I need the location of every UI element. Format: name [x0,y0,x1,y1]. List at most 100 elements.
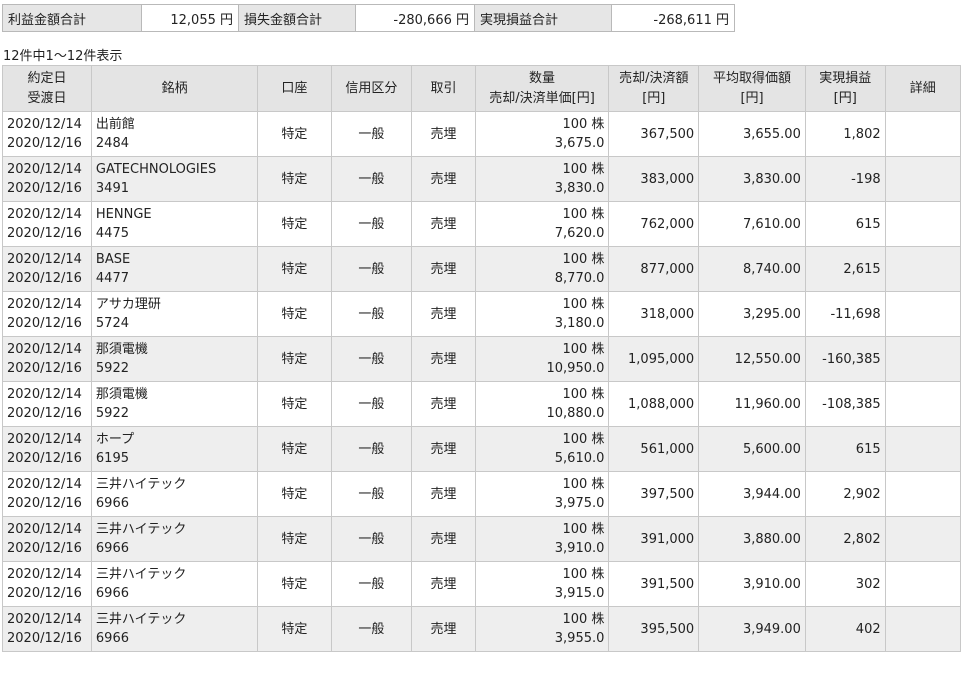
stock-code: 6966 [95,586,129,601]
cell-dates: 2020/12/14 2020/12/16 [2,381,92,427]
cell-credit: 一般 [330,381,413,427]
stock-code: 5922 [95,406,129,421]
cell-account: 特定 [257,381,332,427]
cell-dates: 2020/12/14 2020/12/16 [2,426,92,472]
cell-credit: 一般 [330,516,413,562]
trade-date: 2020/12/14 [7,612,82,627]
cell-stock: HENNGE 4475 [90,201,259,247]
table-row: 2020/12/14 2020/12/16 三井ハイテック 6966 特定 一般 売埋 100… [2,606,961,652]
stock-code: 6966 [95,496,129,511]
cell-quantity: 100 株 8,770.0 [474,246,610,292]
cell-amount: 561,000 [608,426,700,472]
header-avg-label: 平均取得価額 [713,70,792,86]
unit-price: 3,975.0 [554,496,605,511]
cell-avg-cost: 3,295.00 [698,291,806,337]
stock-name: ホープ [95,432,135,447]
table-row: 2020/12/14 2020/12/16 三井ハイテック 6966 特定 一般 売埋 100… [2,561,961,607]
stock-code: 4475 [95,226,129,241]
cell-avg-cost: 3,944.00 [698,471,806,517]
quantity: 100 株 [562,612,605,627]
stock-name: GATECHNOLOGIES [95,162,217,177]
cell-trade: 売埋 [411,156,476,202]
cell-trade: 売埋 [411,111,476,157]
trade-date: 2020/12/14 [7,297,82,312]
cell-account: 特定 [257,291,332,337]
stock-name: HENNGE [95,207,152,222]
cell-quantity: 100 株 5,610.0 [474,426,610,472]
cell-credit: 一般 [330,291,413,337]
cell-detail [884,246,961,292]
settle-date: 2020/12/16 [7,586,82,601]
cell-credit: 一般 [330,426,413,472]
unit-price: 3,180.0 [554,316,605,331]
cell-dates: 2020/12/14 2020/12/16 [2,201,92,247]
cell-amount: 1,095,000 [608,336,700,382]
header-pl-label: 実現損益 [819,70,872,86]
cell-trade: 売埋 [411,201,476,247]
cell-account: 特定 [257,111,332,157]
trade-date: 2020/12/14 [7,477,82,492]
cell-credit: 一般 [330,471,413,517]
cell-trade: 売埋 [411,336,476,382]
cell-stock: 那須電機 5922 [90,336,259,382]
cell-stock: 三井ハイテック 6966 [90,471,259,517]
result-count: 12件中1～12件表示 [3,49,123,64]
header-settle-date: 受渡日 [27,90,67,106]
cell-dates: 2020/12/14 2020/12/16 [2,471,92,517]
quantity: 100 株 [562,207,605,222]
cell-account: 特定 [257,201,332,247]
cell-quantity: 100 株 3,910.0 [474,516,610,562]
stock-code: 5922 [95,361,129,376]
stock-name: 出前館 [95,117,135,132]
cell-quantity: 100 株 3,975.0 [474,471,610,517]
settle-date: 2020/12/16 [7,496,82,511]
quantity: 100 株 [562,117,605,132]
quantity: 100 株 [562,252,605,267]
cell-detail [884,291,961,337]
trade-date: 2020/12/14 [7,432,82,447]
cell-credit: 一般 [330,156,413,202]
header-quantity: 数量 売却/決済単価[円] [474,65,610,112]
cell-amount: 397,500 [608,471,700,517]
stock-code: 6966 [95,631,129,646]
cell-detail [884,201,961,247]
cell-realized-pl: 1,802 [804,111,886,157]
cell-avg-cost: 3,880.00 [698,516,806,562]
cell-quantity: 100 株 3,180.0 [474,291,610,337]
trade-date: 2020/12/14 [7,342,82,357]
stock-code: 2484 [95,136,129,151]
cell-trade: 売埋 [411,471,476,517]
cell-quantity: 100 株 10,950.0 [474,336,610,382]
stock-name: BASE [95,252,131,267]
realized-total-label: 実現損益合計 [474,4,612,32]
cell-detail [884,381,961,427]
settle-date: 2020/12/16 [7,406,82,421]
cell-stock: GATECHNOLOGIES 3491 [90,156,259,202]
header-amount-unit: [円] [642,90,666,106]
cell-detail [884,336,961,382]
cell-avg-cost: 5,600.00 [698,426,806,472]
cell-account: 特定 [257,156,332,202]
unit-price: 7,620.0 [554,226,605,241]
cell-credit: 一般 [330,336,413,382]
cell-avg-cost: 11,960.00 [698,381,806,427]
cell-amount: 395,500 [608,606,700,652]
header-avg-unit: [円] [740,90,764,106]
cell-stock: 三井ハイテック 6966 [90,606,259,652]
cell-trade: 売埋 [411,516,476,562]
cell-detail [884,561,961,607]
summary-table: 利益金額合計 12,055 円 損失金額合計 -280,666 円 実現損益合計… [2,4,735,32]
table-row: 2020/12/14 2020/12/16 ホープ 6195 特定 一般 売埋 100 株 5,… [2,426,961,472]
cell-stock: BASE 4477 [90,246,259,292]
unit-price: 3,915.0 [554,586,605,601]
cell-amount: 367,500 [608,111,700,157]
cell-avg-cost: 3,830.00 [698,156,806,202]
trade-date: 2020/12/14 [7,387,82,402]
quantity: 100 株 [562,342,605,357]
cell-avg-cost: 8,740.00 [698,246,806,292]
table-row: 2020/12/14 2020/12/16 三井ハイテック 6966 特定 一般 売埋 100… [2,516,961,562]
cell-dates: 2020/12/14 2020/12/16 [2,111,92,157]
quantity: 100 株 [562,432,605,447]
cell-trade: 売埋 [411,291,476,337]
table-row: 2020/12/14 2020/12/16 GATECHNOLOGIES 3491 特定… [2,156,961,202]
